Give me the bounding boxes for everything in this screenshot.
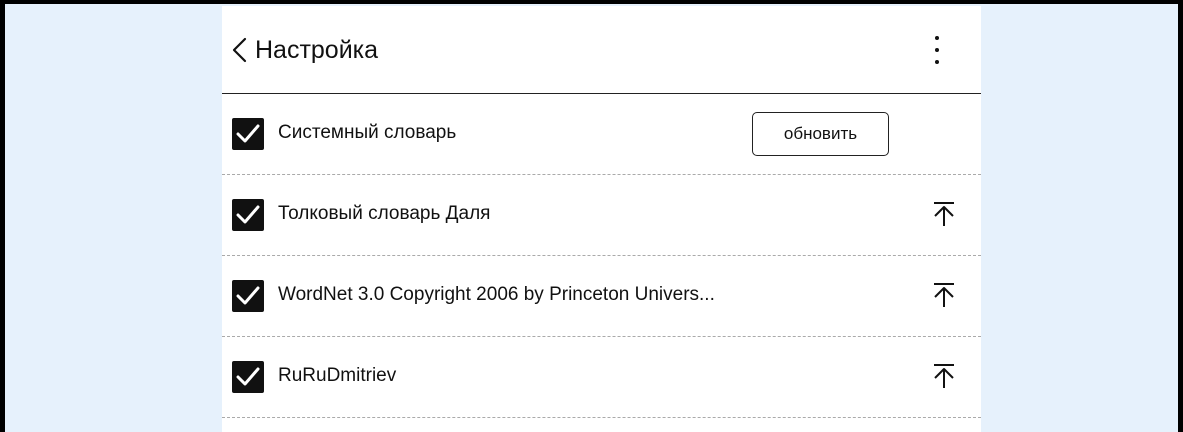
move-to-top-icon[interactable]: [932, 363, 956, 389]
checkmark-icon: [236, 124, 260, 143]
dictionary-checkbox[interactable]: [232, 280, 264, 312]
move-to-top-icon[interactable]: [932, 201, 956, 227]
header-bar: Настройка: [222, 6, 981, 94]
dictionary-checkbox[interactable]: [232, 361, 264, 393]
dictionary-checkbox[interactable]: [232, 118, 264, 150]
dictionary-label: Толковый словарь Даля: [278, 203, 491, 224]
dictionary-row-dahl: Толковый словарь Даля: [222, 175, 981, 256]
window-frame: Настройка Системный словарь обновить Тол…: [0, 0, 1183, 432]
move-to-top-icon[interactable]: [932, 282, 956, 308]
page-title: Настройка: [255, 36, 379, 64]
dictionary-row-wordnet: WordNet 3.0 Copyright 2006 by Princeton …: [222, 256, 981, 337]
chevron-left-icon[interactable]: [230, 36, 250, 64]
checkmark-icon: [236, 205, 260, 224]
dictionary-checkbox[interactable]: [232, 199, 264, 231]
more-vertical-icon[interactable]: [922, 32, 952, 68]
dictionary-label: WordNet 3.0 Copyright 2006 by Princeton …: [278, 284, 715, 305]
checkmark-icon: [236, 367, 260, 386]
dictionary-row-system: Системный словарь обновить: [222, 94, 981, 175]
update-button[interactable]: обновить: [752, 112, 889, 156]
dictionary-label: RuRuDmitriev: [278, 365, 397, 386]
checkmark-icon: [236, 286, 260, 305]
dictionary-row-rurudmitriev: RuRuDmitriev: [222, 337, 981, 418]
dictionary-label: Системный словарь: [278, 122, 457, 143]
settings-screen: Настройка Системный словарь обновить Тол…: [222, 6, 981, 432]
